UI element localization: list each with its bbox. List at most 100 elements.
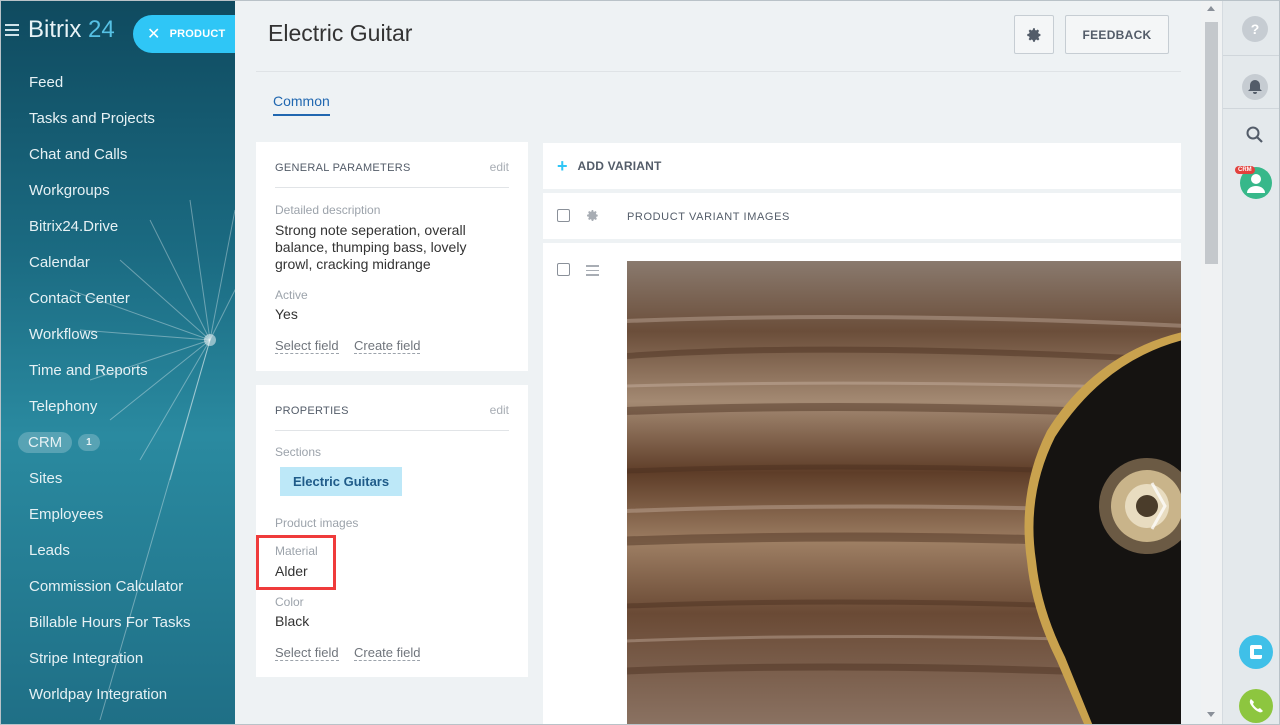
- create-field-link[interactable]: Create field: [354, 646, 421, 661]
- menu-burger-icon[interactable]: [5, 24, 19, 36]
- sidebar-item-label: CRM: [18, 431, 73, 453]
- brand-logo[interactable]: Bitrix 24: [28, 16, 115, 44]
- sidebar-item-leads[interactable]: Leads: [0, 532, 235, 568]
- variant-row: [543, 243, 1181, 725]
- tab-common[interactable]: Common: [273, 93, 330, 116]
- settings-button[interactable]: [1014, 15, 1054, 54]
- active-label: Active: [275, 288, 308, 302]
- sidebar-item-label: Commission Calculator: [29, 577, 184, 595]
- sidebar-item-chat[interactable]: Chat and Calls: [0, 136, 235, 172]
- edit-link[interactable]: edit: [490, 403, 509, 417]
- column-settings-gear-icon[interactable]: [586, 209, 599, 222]
- left-sidebar: Bitrix 24 ✕ PRODUCT Feed Tasks and Proje…: [0, 0, 235, 725]
- brand-name: Bitrix: [28, 16, 82, 43]
- sidebar-item-label: Chat and Calls: [29, 145, 128, 163]
- guitar-photo-graphic: [627, 261, 1181, 725]
- sidebar-item-workgroups[interactable]: Workgroups: [0, 172, 235, 208]
- sidebar-item-label: Bitrix24.Drive: [29, 217, 119, 235]
- sidebar-item-label: Worldpay Integration: [29, 685, 168, 703]
- product-images-label: Product images: [275, 516, 359, 530]
- select-field-link[interactable]: Select field: [275, 646, 339, 661]
- sidebar-item-telephony[interactable]: Telephony: [0, 388, 235, 424]
- scroll-up-icon[interactable]: [1207, 6, 1215, 11]
- sidebar-item-employees[interactable]: Employees: [0, 496, 235, 532]
- sidebar-item-feed[interactable]: Feed: [0, 64, 235, 100]
- active-value: Yes: [275, 306, 298, 322]
- create-field-link[interactable]: Create field: [354, 339, 421, 354]
- help-icon[interactable]: ?: [1242, 16, 1268, 42]
- product-button-label: PRODUCT: [169, 28, 226, 40]
- card-title: PROPERTIES: [275, 405, 349, 417]
- color-value: Black: [275, 613, 310, 629]
- crm-counter-badge: 1: [78, 433, 100, 451]
- logo-row: Bitrix 24 ✕ PRODUCT: [0, 0, 235, 66]
- sidebar-item-crm[interactable]: CRM 1: [0, 424, 235, 460]
- sidebar-item-label: Workflows: [29, 325, 98, 343]
- gear-icon: [1027, 27, 1041, 42]
- scroll-down-icon[interactable]: [1207, 712, 1215, 717]
- right-toolbar: ? CRM: [1222, 0, 1280, 725]
- edit-link[interactable]: edit: [490, 160, 509, 174]
- bell-icon[interactable]: [1242, 74, 1268, 100]
- close-icon: ✕: [147, 26, 161, 43]
- row-checkbox[interactable]: [557, 263, 570, 276]
- sidebar-item-label: Time and Reports: [29, 361, 148, 379]
- sidebar-menu: Feed Tasks and Projects Chat and Calls W…: [0, 64, 235, 712]
- sidebar-item-label: Sites: [29, 469, 63, 487]
- close-product-button[interactable]: ✕ PRODUCT: [133, 15, 235, 53]
- sidebar-item-billable-hours[interactable]: Billable Hours For Tasks: [0, 604, 235, 640]
- add-variant-label: ADD VARIANT: [577, 159, 662, 173]
- sidebar-item-contact-center[interactable]: Contact Center: [0, 280, 235, 316]
- plus-icon: +: [557, 155, 568, 176]
- sections-label: Sections: [275, 445, 322, 459]
- description-label: Detailed description: [275, 203, 381, 217]
- sidebar-item-label: Workgroups: [29, 181, 110, 199]
- sidebar-item-stripe[interactable]: Stripe Integration: [0, 640, 235, 676]
- sidebar-item-time-reports[interactable]: Time and Reports: [0, 352, 235, 388]
- variant-table-header: PRODUCT VARIANT IMAGES: [543, 193, 1181, 239]
- highlight-box: [256, 535, 336, 590]
- row-menu-icon[interactable]: [586, 265, 599, 279]
- sidebar-item-drive[interactable]: Bitrix24.Drive: [0, 208, 235, 244]
- general-parameters-card: GENERAL PARAMETERS edit Detailed descrip…: [256, 142, 528, 371]
- select-field-link[interactable]: Select field: [275, 339, 339, 354]
- sidebar-item-label: Feed: [29, 73, 64, 91]
- sidebar-item-label: Tasks and Projects: [29, 109, 155, 127]
- sidebar-item-calendar[interactable]: Calendar: [0, 244, 235, 280]
- product-variant-image[interactable]: [627, 261, 1181, 725]
- page-title: Electric Guitar: [268, 20, 413, 46]
- sidebar-item-tasks[interactable]: Tasks and Projects: [0, 100, 235, 136]
- sidebar-item-commission[interactable]: Commission Calculator: [0, 568, 235, 604]
- description-value: Strong note seperation, overall balance,…: [275, 222, 467, 272]
- page-scrollbar[interactable]: [1201, 0, 1222, 725]
- sidebar-item-label: Leads: [29, 541, 70, 559]
- crm-tag-badge: CRM: [1235, 166, 1255, 174]
- header-divider: [256, 71, 1181, 72]
- card-title: GENERAL PARAMETERS: [275, 162, 411, 174]
- sidebar-item-worldpay[interactable]: Worldpay Integration: [0, 676, 235, 712]
- sidebar-item-sites[interactable]: Sites: [0, 460, 235, 496]
- add-variant-button[interactable]: + ADD VARIANT: [543, 143, 1181, 189]
- column-header-images[interactable]: PRODUCT VARIANT IMAGES: [627, 211, 790, 223]
- properties-card: PROPERTIES edit Sections Electric Guitar…: [256, 385, 528, 677]
- brand-number: 24: [88, 16, 115, 43]
- phone-call-icon[interactable]: [1239, 689, 1273, 723]
- card-header: GENERAL PARAMETERS edit: [275, 160, 509, 188]
- sidebar-item-label: Stripe Integration: [29, 649, 144, 667]
- select-all-checkbox[interactable]: [557, 209, 570, 222]
- open-lines-icon[interactable]: [1239, 635, 1273, 669]
- feedback-button[interactable]: FEEDBACK: [1065, 15, 1169, 54]
- color-label: Color: [275, 595, 304, 609]
- toolbar-divider: [1223, 108, 1280, 109]
- sidebar-item-label: Calendar: [29, 253, 90, 271]
- sidebar-item-label: Contact Center: [29, 289, 130, 307]
- card-header: PROPERTIES edit: [275, 403, 509, 431]
- search-icon[interactable]: [1242, 122, 1268, 148]
- toolbar-divider: [1223, 55, 1280, 56]
- sidebar-item-workflows[interactable]: Workflows: [0, 316, 235, 352]
- scrollbar-thumb[interactable]: [1205, 22, 1218, 264]
- section-chip[interactable]: Electric Guitars: [280, 467, 403, 496]
- sidebar-item-label: Telephony: [29, 397, 98, 415]
- sidebar-item-label: Employees: [29, 505, 104, 523]
- sidebar-item-label: Billable Hours For Tasks: [29, 613, 191, 631]
